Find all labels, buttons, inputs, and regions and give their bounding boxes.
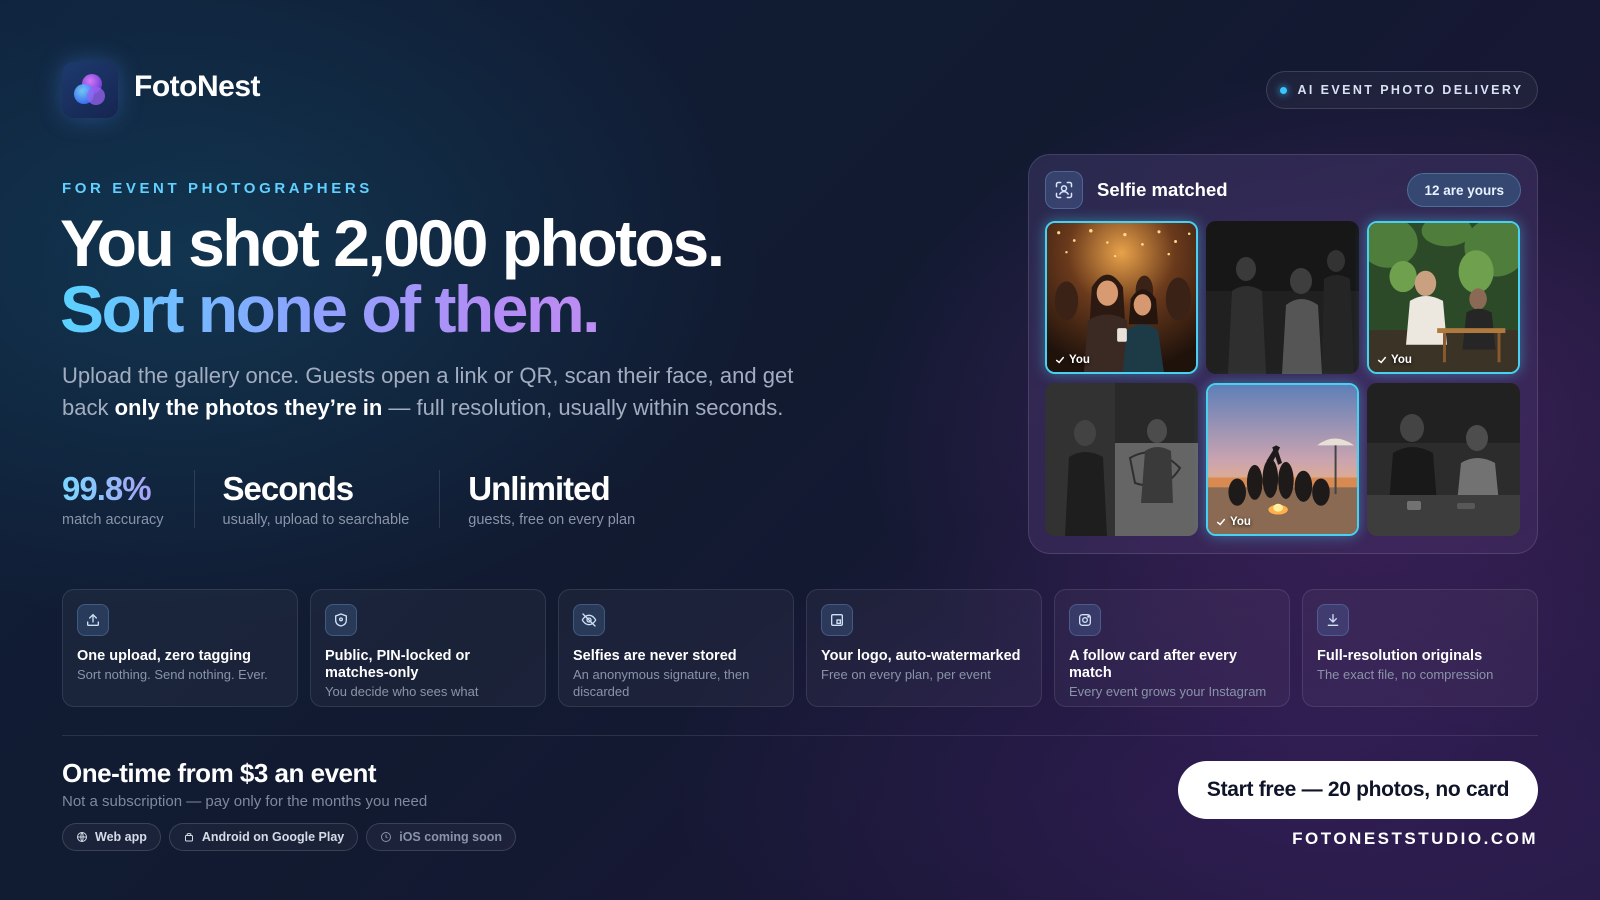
feature-card: Your logo, auto-watermarked Free on ever… <box>806 589 1042 707</box>
cafe-photo <box>1367 383 1520 536</box>
you-tag: You <box>1369 346 1502 372</box>
globe-icon <box>77 832 87 842</box>
photo-tile[interactable] <box>1206 221 1359 374</box>
clock-icon <box>381 832 392 842</box>
stats-row: 99.8% match accuracy Seconds usually, up… <box>62 470 693 528</box>
pricing-title: One-time from $3 an event <box>62 758 377 788</box>
watermark-icon <box>821 604 853 636</box>
eyebrow: FOR EVENT PHOTOGRAPHERS <box>62 180 373 197</box>
you-tag: You <box>1208 508 1341 534</box>
bar-photo <box>1045 383 1198 536</box>
brand-name[interactable]: FotoNest <box>134 70 261 104</box>
pricing-subtitle: Not a subscription — pay only for the mo… <box>62 793 428 810</box>
feature-title: Selfies are never stored <box>573 648 737 664</box>
panel-title: Selfie matched <box>1097 179 1228 200</box>
tag-pill-label: AI EVENT PHOTO DELIVERY <box>1297 83 1524 97</box>
headline-line-1: You shot 2,000 photos. <box>60 206 725 280</box>
feature-subtitle: The exact file, no compression <box>1317 667 1494 682</box>
instagram-icon <box>1069 604 1101 636</box>
feature-subtitle: Free on every plan, per event <box>821 667 991 682</box>
platform-label: Android on Google Play <box>201 830 345 844</box>
website-link[interactable]: FOTONESTSTUDIO.COM <box>1180 829 1538 849</box>
upload-icon <box>77 604 109 636</box>
feature-title: Public, PIN-locked or matches-only <box>325 648 471 681</box>
feature-subtitle: You decide who sees what <box>325 684 479 699</box>
photo-grid: You You You <box>1045 221 1520 536</box>
check-icon <box>1055 356 1065 364</box>
feature-subtitle: Sort nothing. Send nothing. Ever. <box>77 667 268 682</box>
subtitle-part-2: — full resolution, usually within second… <box>382 395 784 420</box>
feature-card: A follow card after every match Every ev… <box>1054 589 1290 707</box>
you-tag: You <box>1047 346 1180 372</box>
feature-card: Full-resolution originals The exact file… <box>1302 589 1538 707</box>
crowd-photo <box>1206 221 1359 374</box>
start-free-button[interactable]: Start free — 20 photos, no card <box>1178 761 1538 819</box>
download-icon <box>1317 604 1349 636</box>
check-icon <box>1377 356 1387 364</box>
tag-pill: AI EVENT PHOTO DELIVERY <box>1266 71 1538 109</box>
beach-photo <box>1208 385 1357 534</box>
android-icon <box>184 833 193 842</box>
brand-logo[interactable] <box>62 62 118 118</box>
platform-ios: iOS coming soon <box>366 823 517 851</box>
you-tag-label: You <box>1230 516 1251 528</box>
hero-subtitle: Upload the gallery once. Guests open a l… <box>62 360 822 424</box>
platform-android[interactable]: Android on Google Play <box>168 823 359 851</box>
headline: You shot 2,000 photos. Sort none of them… <box>60 206 725 342</box>
selfie-match-panel: Selfie matched 12 are yours You You You <box>1028 154 1538 554</box>
photo-tile[interactable]: You <box>1367 221 1520 374</box>
platform-label: iOS coming soon <box>399 830 503 844</box>
feature-title: Full-resolution originals <box>1317 648 1483 664</box>
feature-title: A follow card after every match <box>1069 648 1237 681</box>
feature-cards: One upload, zero tagging Sort nothing. S… <box>62 589 1538 707</box>
platform-web-app[interactable]: Web app <box>62 823 161 851</box>
stat-label: usually, upload to searchable <box>222 512 410 528</box>
status-dot-icon <box>1280 86 1288 94</box>
subtitle-emphasis: only the photos they’re in <box>114 395 383 420</box>
logo-icon <box>74 74 105 105</box>
stat-accuracy: 99.8% match accuracy <box>62 470 195 528</box>
stat-label: guests, free on every plan <box>468 512 636 528</box>
match-count-badge: 12 are yours <box>1407 173 1521 207</box>
shield-icon <box>325 604 357 636</box>
photo-tile[interactable] <box>1367 383 1520 536</box>
stat-guests: Unlimited guests, free on every plan <box>468 470 665 528</box>
you-tag-label: You <box>1391 354 1412 366</box>
eye-off-icon <box>573 604 605 636</box>
platform-list: Web app Android on Google Play iOS comin… <box>62 823 517 851</box>
stat-label: match accuracy <box>62 512 164 528</box>
check-icon <box>1216 518 1226 526</box>
feature-card: Selfies are never stored An anonymous si… <box>558 589 794 707</box>
feature-title: Your logo, auto-watermarked <box>821 648 1021 664</box>
feature-card: One upload, zero tagging Sort nothing. S… <box>62 589 298 707</box>
photo-tile[interactable]: You <box>1206 383 1359 536</box>
feature-title: One upload, zero tagging <box>77 648 251 664</box>
you-tag-label: You <box>1069 354 1090 366</box>
photo-tile[interactable]: You <box>1045 221 1198 374</box>
face-scan-icon <box>1045 171 1083 209</box>
feature-subtitle: An anonymous signature, then discarded <box>573 667 750 699</box>
stat-speed: Seconds usually, upload to searchable <box>223 470 441 528</box>
stat-value: 99.8% <box>62 470 164 508</box>
stat-value: Unlimited <box>468 470 610 507</box>
feature-card: Public, PIN-locked or matches-only You d… <box>310 589 546 707</box>
party-photo <box>1047 223 1196 372</box>
divider <box>62 735 1538 736</box>
platform-label: Web app <box>95 830 147 844</box>
garden-photo <box>1369 223 1518 372</box>
feature-subtitle: Every event grows your Instagram <box>1069 684 1267 699</box>
photo-tile[interactable] <box>1045 383 1198 536</box>
stat-value: Seconds <box>222 470 355 507</box>
headline-line-2: Sort none of them. <box>60 276 723 342</box>
